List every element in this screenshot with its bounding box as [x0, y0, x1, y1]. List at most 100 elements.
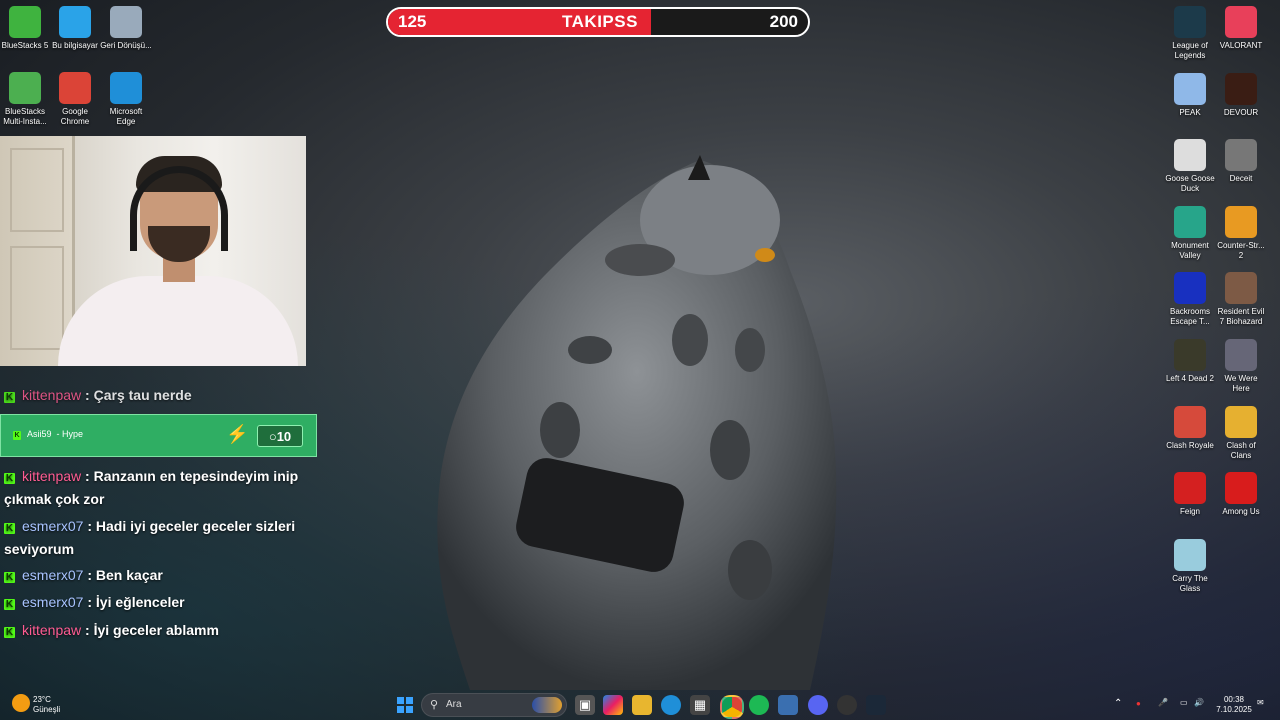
- search-placeholder: Ara: [446, 699, 462, 710]
- goal-current-count: 125: [398, 12, 427, 31]
- tray-overflow-chevron-icon[interactable]: ⌃: [1114, 699, 1122, 709]
- follower-goal-bar: TAKIPSS 125 200: [386, 7, 810, 37]
- weather-widget[interactable]: 23°C Güneşli: [33, 695, 60, 715]
- edge-taskbar-icon[interactable]: [661, 695, 681, 715]
- devour-icon: [1225, 72, 1257, 105]
- desktop-icon-label: Counter-Str... 2: [1217, 240, 1265, 260]
- desktop-icon-label: Left 4 Dead 2: [1165, 374, 1215, 383]
- desktop-icon[interactable]: Clash Royale: [1164, 405, 1216, 451]
- desktop-icon-label: Among Us: [1222, 507, 1260, 517]
- kick-badge-icon: K: [4, 392, 15, 403]
- store-icon[interactable]: ▦: [690, 695, 710, 715]
- desktop-icon-label: Geri Dönüşü...: [100, 41, 152, 50]
- steam-icon[interactable]: [866, 695, 886, 715]
- desktop-icon-label: Carry The Glass: [1172, 573, 1208, 593]
- goal-target-count: 200: [769, 12, 798, 31]
- desktop-icon[interactable]: Feign: [1164, 472, 1216, 517]
- goal-title: TAKIPSS: [562, 12, 638, 31]
- kick-badge-icon: K: [4, 473, 15, 484]
- desktop-icon-label: Goose Goose Duck: [1165, 174, 1215, 194]
- desktop-icon-label: PEAK: [1179, 107, 1201, 117]
- copilot-icon[interactable]: [603, 695, 623, 715]
- desktop-icon[interactable]: Among Us: [1215, 472, 1267, 517]
- edge-icon: [110, 72, 142, 104]
- hype-alert: K Asii59 - Hype ⚡ ○10: [0, 414, 317, 457]
- desktop-icon[interactable]: PEAK: [1164, 72, 1216, 118]
- bluestacks-multi-icon: [9, 72, 41, 104]
- chat-username: esmerx07: [22, 594, 84, 610]
- volume-icon[interactable]: 🔊: [1194, 698, 1204, 708]
- clock[interactable]: 00:38 7.10.2025: [1214, 695, 1254, 715]
- desktop-icon-label: Google Chrome: [60, 107, 90, 126]
- desktop-icon[interactable]: BlueStacks Multi-Insta...: [0, 72, 51, 127]
- desktop-icon-label: Microsoft Edge: [109, 107, 143, 126]
- desktop-icon[interactable]: League of Legends: [1164, 6, 1216, 61]
- notification-bell-icon[interactable]: ✉: [1257, 698, 1264, 708]
- desktop-icon[interactable]: Resident Evil 7 Biohazard: [1215, 272, 1267, 327]
- among-us-icon: [1225, 472, 1257, 505]
- chat-message: Kesmerx07 : İyi eğlenceler: [4, 591, 314, 614]
- network-app-icon[interactable]: [778, 695, 798, 715]
- desktop-icon[interactable]: Carry The Glass: [1164, 538, 1216, 594]
- desktop-icon[interactable]: Counter-Str... 2: [1215, 205, 1267, 261]
- desktop-icon[interactable]: Geri Dönüşü...: [100, 6, 152, 51]
- desktop-icon-label: Backrooms Escape T...: [1169, 307, 1210, 327]
- app-notification-icon[interactable]: [837, 695, 857, 715]
- desktop-icon-label: We Were Here: [1224, 374, 1258, 393]
- wallpaper-leopard-image: [437, 155, 837, 690]
- desktop-icon-label: Clash of Clans: [1226, 440, 1256, 460]
- computer-icon: [59, 6, 91, 38]
- desktop-icon[interactable]: VALORANT: [1215, 6, 1267, 51]
- left-4-dead-icon: [1174, 339, 1206, 371]
- desktop-icon[interactable]: Microsoft Edge: [100, 72, 152, 127]
- desktop-icon[interactable]: Clash of Clans: [1215, 405, 1267, 461]
- network-icon[interactable]: ▭: [1180, 698, 1188, 708]
- task-view-icon[interactable]: ▣: [575, 695, 595, 715]
- desktop-icon[interactable]: DEVOUR: [1215, 72, 1267, 118]
- kick-badge-icon: K: [4, 572, 15, 583]
- desktop-icon-label: Feign: [1179, 507, 1200, 517]
- chat-text: : İyi eğlenceler: [87, 594, 185, 610]
- tray-app-icon[interactable]: ●: [1136, 699, 1141, 709]
- desktop-icon-label: League of Legends: [1172, 41, 1208, 60]
- desktop-icon-label: DEVOUR: [1223, 107, 1259, 117]
- carry-the-glass-icon: [1174, 538, 1206, 571]
- desktop-icon[interactable]: Backrooms Escape T...: [1164, 272, 1216, 327]
- resident-evil-icon: [1225, 272, 1257, 305]
- desktop-icon[interactable]: Google Chrome: [49, 72, 101, 127]
- chrome-taskbar-icon[interactable]: [720, 695, 744, 719]
- chat-message: Kkittenpaw : Ranzanın en tepesindeyim in…: [4, 465, 314, 511]
- desktop-icon[interactable]: Goose Goose Duck: [1164, 139, 1216, 194]
- streamer-shirt: [58, 276, 298, 366]
- file-explorer-icon[interactable]: [632, 695, 652, 715]
- taskbar-search[interactable]: ⚲ Ara: [421, 693, 567, 717]
- hype-amount-badge: ○10: [257, 425, 303, 447]
- desktop-icon[interactable]: We Were Here: [1215, 339, 1267, 394]
- backrooms-icon: [1174, 272, 1206, 305]
- desktop-icon-label: Monument Valley: [1171, 240, 1209, 260]
- spotify-icon[interactable]: [749, 695, 769, 715]
- bluestacks-icon: [9, 6, 41, 38]
- desktop-icon[interactable]: Bu bilgisayar: [49, 6, 101, 51]
- chat-username: kittenpaw: [22, 622, 82, 638]
- recycle-bin-icon: [110, 6, 142, 38]
- chat-text: : İyi geceler ablamm: [85, 622, 219, 638]
- weather-sun-icon[interactable]: [12, 694, 30, 712]
- windows-start-icon[interactable]: [395, 695, 415, 715]
- search-icon: ⚲: [430, 699, 439, 711]
- microphone-icon[interactable]: 🎤: [1158, 698, 1168, 708]
- goose-goose-duck-icon: [1174, 139, 1206, 172]
- desktop-icon-label: BlueStacks 5: [1, 41, 49, 50]
- deceit-icon: [1225, 139, 1257, 172]
- desktop-icon[interactable]: Monument Valley: [1164, 205, 1216, 261]
- discord-icon[interactable]: [808, 695, 828, 715]
- clash-of-clans-icon: [1225, 405, 1257, 438]
- chat-username: esmerx07: [22, 518, 84, 534]
- desktop-icon[interactable]: Deceit: [1215, 139, 1267, 184]
- kick-badge-icon: K: [4, 627, 15, 638]
- chat-message: Kesmerx07 : Ben kaçar: [4, 564, 314, 587]
- desktop-icon[interactable]: BlueStacks 5: [0, 6, 51, 51]
- search-highlight-icon: [532, 697, 562, 713]
- lightning-icon: ⚡: [226, 424, 249, 444]
- desktop-icon[interactable]: Left 4 Dead 2: [1164, 339, 1216, 384]
